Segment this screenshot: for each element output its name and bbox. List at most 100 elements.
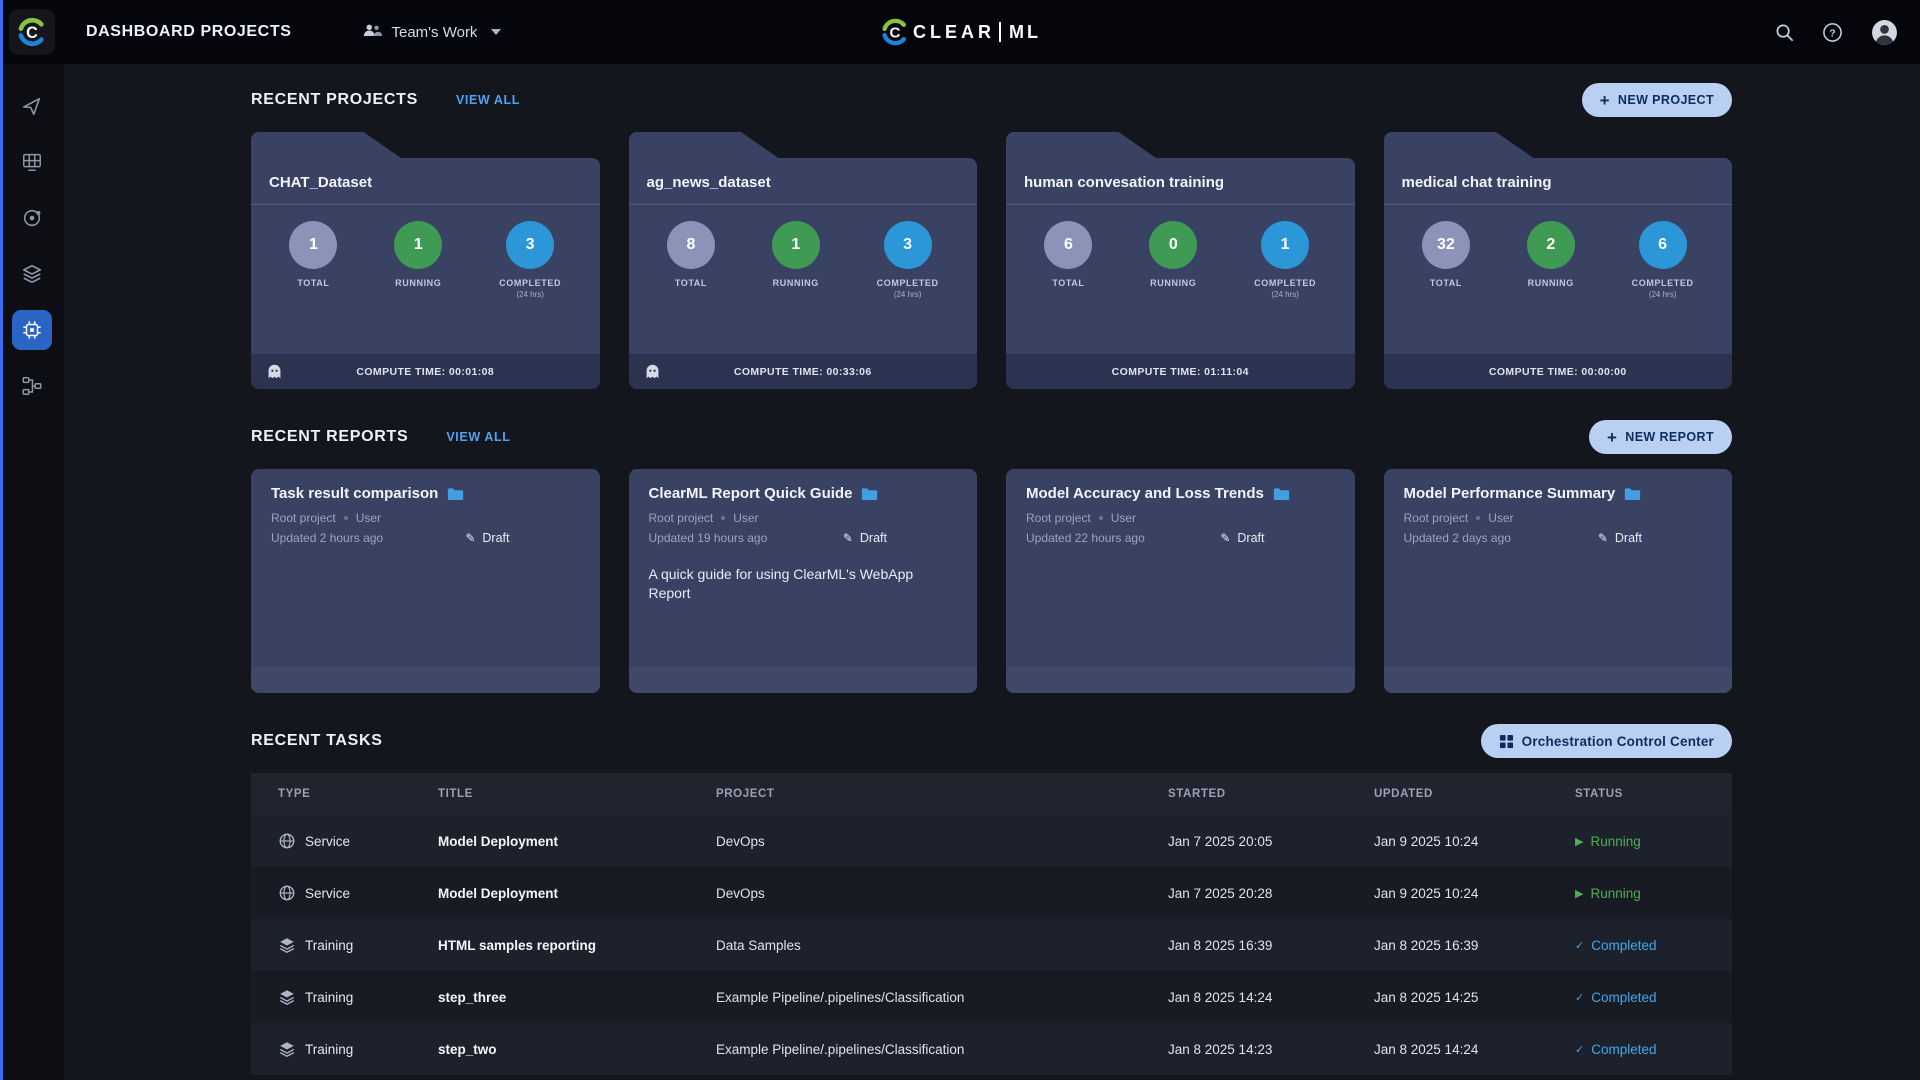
- task-row[interactable]: Training step_two Example Pipeline/.pipe…: [251, 1023, 1732, 1075]
- projects-view-all-link[interactable]: VIEW ALL: [456, 93, 520, 107]
- task-type-cell: Training: [278, 1040, 438, 1058]
- grid-icon: [1499, 734, 1513, 748]
- compute-time: COMPUTE TIME: 01:11:04: [1111, 365, 1249, 378]
- report-card[interactable]: Model Accuracy and Loss Trends Root proj…: [1006, 469, 1355, 693]
- task-updated: Jan 8 2025 14:25: [1374, 989, 1479, 1005]
- total-count-badge: 6: [1044, 221, 1093, 269]
- folder-icon: [1625, 487, 1641, 500]
- project-card[interactable]: ag_news_dataset 8 TOTAL 1 RUNNING 3 COMP…: [628, 132, 977, 389]
- datasets-icon: [22, 264, 42, 284]
- brand-c-icon: C: [882, 18, 906, 46]
- report-project: Root project: [1026, 511, 1091, 525]
- task-updated: Jan 9 2025 10:24: [1374, 885, 1479, 901]
- app-logo[interactable]: C: [0, 0, 64, 64]
- status-icon: ▶: [1575, 887, 1584, 900]
- report-updated: Updated 2 hours ago: [271, 531, 384, 545]
- sidebar-item-experiments[interactable]: [12, 198, 52, 238]
- project-card[interactable]: medical chat training 32 TOTAL 2 RUNNING: [1383, 132, 1732, 389]
- search-icon: [1776, 24, 1793, 41]
- status-icon: ▶: [1575, 835, 1584, 848]
- report-card[interactable]: Task result comparison Root project User…: [251, 469, 600, 693]
- column-header[interactable]: TYPE: [278, 788, 438, 800]
- task-row[interactable]: Training HTML samples reporting Data Sam…: [251, 919, 1732, 971]
- task-project: DevOps: [716, 885, 765, 901]
- folder-tab: [251, 132, 401, 158]
- pencil-icon: ✎: [1220, 531, 1231, 545]
- total-label: TOTAL: [297, 278, 330, 288]
- task-started: Jan 8 2025 16:39: [1168, 937, 1273, 953]
- project-card[interactable]: human convesation training 6 TOTAL 0 RUN…: [1006, 132, 1355, 389]
- task-row[interactable]: Service Model Deployment DevOps Jan 7 20…: [251, 867, 1732, 919]
- user-menu-button[interactable]: [1871, 19, 1898, 46]
- task-title: HTML samples reporting: [438, 937, 597, 953]
- completed-window-label: (24 hrs): [893, 290, 922, 299]
- new-project-label: NEW PROJECT: [1617, 93, 1714, 107]
- recent-tasks-section: RECENT TASKS Orchestration Control Cente…: [251, 723, 1732, 1075]
- task-status-cell: ▶ Running: [1575, 834, 1705, 849]
- pencil-icon: ✎: [842, 531, 853, 545]
- svg-text:C: C: [890, 25, 901, 42]
- report-user: User: [355, 511, 382, 525]
- task-title: Model Deployment: [438, 833, 559, 849]
- running-label: RUNNING: [1150, 278, 1197, 288]
- folder-icon: [1273, 487, 1290, 500]
- task-row[interactable]: Training step_three Example Pipeline/.pi…: [251, 971, 1732, 1023]
- report-user: User: [733, 511, 759, 525]
- report-card[interactable]: ClearML Report Quick Guide Root project …: [628, 469, 977, 693]
- experiments-icon: [23, 209, 41, 227]
- globe-icon: [279, 885, 295, 901]
- column-header[interactable]: PROJECT: [716, 788, 1168, 800]
- column-header[interactable]: STATUS: [1575, 788, 1705, 800]
- task-type-cell: Training: [278, 936, 438, 954]
- new-project-button[interactable]: + NEW PROJECT: [1581, 83, 1732, 117]
- completed-label: COMPLETED: [499, 278, 562, 288]
- sidebar-item-applications[interactable]: [12, 310, 52, 350]
- report-status-badge: ✎ Draft: [843, 531, 887, 545]
- sidebar-item-workers[interactable]: [12, 142, 52, 182]
- svg-text:C: C: [26, 24, 38, 42]
- total-count-badge: 32: [1421, 221, 1470, 269]
- report-status: Draft: [1614, 531, 1642, 545]
- report-status: Draft: [1237, 531, 1265, 545]
- dot-separator: [343, 516, 348, 520]
- sidebar-item-pipelines[interactable]: [12, 366, 52, 406]
- task-project: Example Pipeline/.pipelines/Classificati…: [716, 989, 965, 1005]
- running-count-badge: 1: [394, 221, 443, 269]
- clearml-logo-icon: C: [9, 9, 55, 55]
- column-header[interactable]: TITLE: [438, 788, 716, 800]
- report-user: User: [1488, 511, 1514, 525]
- running-label: RUNNING: [1527, 278, 1574, 288]
- task-status-cell: ▶ Running: [1575, 886, 1705, 901]
- search-button[interactable]: [1775, 23, 1794, 42]
- orchestration-control-center-button[interactable]: Orchestration Control Center: [1480, 724, 1732, 758]
- completed-count-badge: 3: [883, 221, 932, 269]
- reports-view-all-link[interactable]: VIEW ALL: [446, 430, 510, 444]
- task-title: step_two: [438, 1041, 497, 1057]
- compute-time: COMPUTE TIME: 00:01:08: [356, 365, 495, 378]
- total-count-badge: 8: [666, 221, 715, 269]
- completed-count-badge: 6: [1638, 221, 1687, 269]
- task-started: Jan 8 2025 14:24: [1168, 989, 1273, 1005]
- help-button[interactable]: ?: [1822, 22, 1843, 43]
- column-header[interactable]: UPDATED: [1374, 788, 1575, 800]
- running-count-badge: 2: [1526, 221, 1575, 269]
- task-row[interactable]: Service Model Deployment DevOps Jan 7 20…: [251, 815, 1732, 867]
- report-card[interactable]: Model Performance Summary Root project U…: [1383, 469, 1732, 693]
- column-header[interactable]: STARTED: [1168, 788, 1374, 800]
- total-label: TOTAL: [1052, 278, 1085, 288]
- completed-count-badge: 1: [1261, 221, 1310, 269]
- task-status-cell: ✓ Completed: [1575, 990, 1705, 1005]
- workspace-selector[interactable]: Team's Work: [362, 23, 502, 42]
- dot-separator: [1098, 516, 1103, 520]
- task-status: Running: [1590, 833, 1641, 849]
- applications-icon: [23, 321, 41, 339]
- project-card[interactable]: CHAT_Dataset 1 TOTAL 1 RUNNING 3 COMPLET…: [251, 132, 600, 389]
- page-title[interactable]: DASHBOARD PROJECTS: [86, 23, 292, 41]
- task-started: Jan 7 2025 20:28: [1168, 885, 1273, 901]
- new-report-button[interactable]: + NEW REPORT: [1588, 420, 1732, 454]
- sidebar-item-projects[interactable]: [12, 86, 52, 126]
- recent-projects-section: RECENT PROJECTS VIEW ALL + NEW PROJECT C…: [251, 82, 1732, 389]
- window-accent-strip: [0, 0, 3, 1080]
- report-status-badge: ✎ Draft: [1220, 531, 1264, 545]
- sidebar-item-datasets[interactable]: [12, 254, 52, 294]
